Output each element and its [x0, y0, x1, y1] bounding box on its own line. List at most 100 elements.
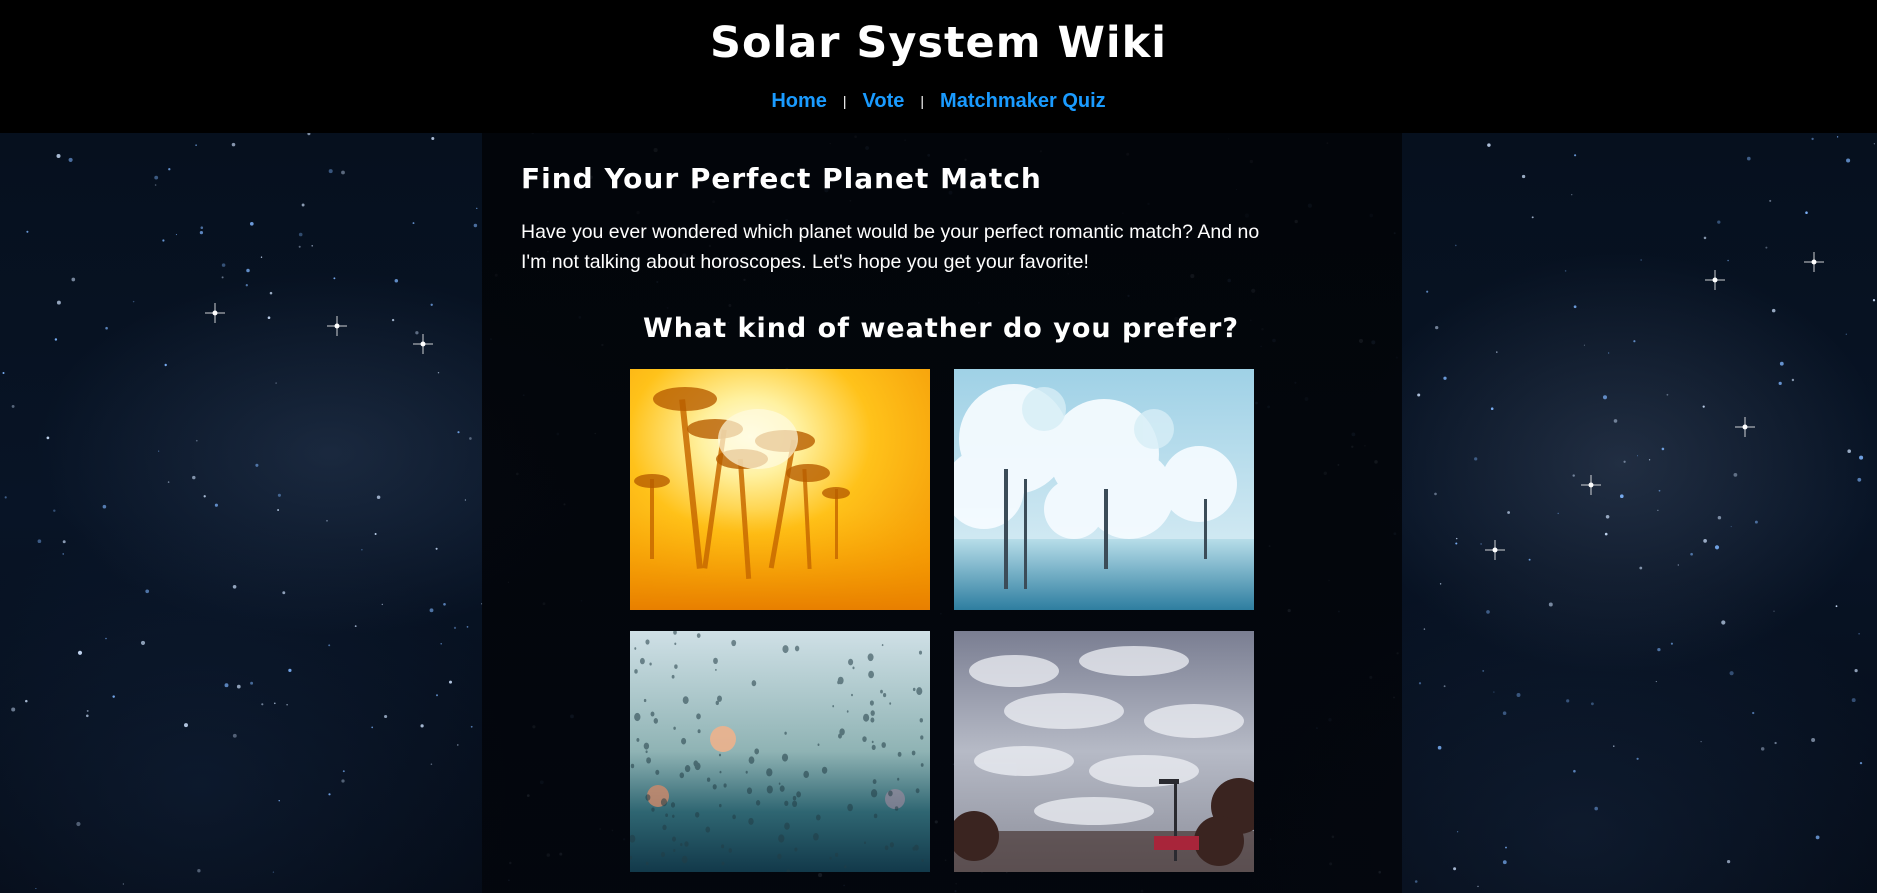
star	[245, 284, 248, 287]
star	[275, 382, 277, 384]
star	[1773, 610, 1775, 612]
star	[1733, 473, 1738, 477]
star	[1414, 880, 1418, 883]
star	[1573, 769, 1576, 773]
star	[1607, 352, 1610, 354]
star	[1666, 393, 1669, 396]
star	[376, 495, 381, 499]
star	[232, 733, 237, 738]
star	[311, 245, 313, 247]
star	[288, 668, 292, 673]
star	[1677, 564, 1679, 566]
star	[1439, 583, 1442, 585]
star	[1805, 211, 1808, 214]
star	[1648, 459, 1651, 461]
star	[1811, 738, 1816, 742]
bright-star	[1735, 417, 1755, 437]
star	[1604, 532, 1608, 536]
star	[1602, 395, 1608, 400]
star	[77, 650, 83, 655]
star	[168, 168, 171, 171]
weather-option-cloudy[interactable]	[954, 631, 1254, 872]
star	[1657, 509, 1659, 511]
star	[1657, 647, 1661, 652]
star	[391, 318, 395, 322]
star	[214, 503, 218, 507]
star	[1727, 259, 1729, 262]
star	[473, 223, 478, 228]
weather-option-rainy[interactable]	[630, 631, 930, 872]
star	[1815, 835, 1820, 840]
star	[466, 626, 469, 628]
star	[1729, 671, 1734, 676]
star	[221, 263, 226, 267]
intro-text: Have you ever wondered which planet woul…	[521, 221, 1260, 273]
weather-option-snowy[interactable]	[954, 369, 1254, 610]
star	[1455, 542, 1458, 545]
nav-link-matchmaker-quiz[interactable]: Matchmaker Quiz	[940, 90, 1106, 112]
star	[1572, 474, 1575, 477]
bright-star	[1705, 270, 1725, 290]
star	[1717, 220, 1721, 224]
star	[328, 169, 333, 174]
star	[1779, 361, 1784, 366]
star	[274, 702, 276, 705]
star	[232, 584, 237, 589]
star	[436, 694, 438, 697]
sunny-palms-image	[630, 369, 930, 610]
star	[86, 709, 89, 712]
nav-link-home[interactable]: Home	[771, 90, 827, 112]
star	[278, 800, 280, 802]
star	[164, 363, 167, 367]
star	[1477, 885, 1479, 888]
weather-options-grid	[630, 369, 1254, 873]
star	[236, 684, 241, 689]
star	[162, 239, 165, 242]
star	[4, 496, 7, 499]
star	[167, 481, 170, 483]
star	[224, 683, 229, 688]
star	[381, 603, 383, 606]
star	[1502, 860, 1507, 865]
star	[203, 495, 206, 498]
weather-option-sunny[interactable]	[630, 369, 930, 610]
star	[457, 431, 460, 434]
star	[56, 300, 61, 305]
star	[301, 203, 305, 207]
star	[1754, 520, 1758, 524]
bright-star	[1581, 475, 1601, 495]
nav-link-vote[interactable]: Vote	[863, 90, 905, 112]
star	[76, 821, 81, 827]
star	[197, 869, 201, 873]
star	[328, 644, 331, 647]
star	[1426, 290, 1429, 293]
star	[249, 221, 254, 226]
site-title: Solar System Wiki	[709, 18, 1168, 68]
star	[1859, 455, 1864, 460]
star	[440, 642, 442, 645]
star	[37, 539, 42, 544]
star	[250, 681, 254, 685]
star	[1873, 143, 1875, 145]
star	[200, 226, 204, 229]
star	[1847, 449, 1851, 453]
star	[145, 589, 150, 594]
star	[430, 303, 433, 306]
star	[374, 533, 377, 535]
star	[435, 547, 438, 550]
star	[354, 625, 357, 628]
star	[1771, 308, 1776, 313]
star	[1456, 831, 1459, 833]
star	[1690, 552, 1693, 556]
star	[429, 608, 434, 613]
bright-star	[413, 334, 433, 354]
star	[1493, 691, 1495, 693]
star	[132, 300, 135, 303]
star	[1583, 344, 1585, 346]
star	[102, 504, 107, 509]
star	[328, 793, 331, 796]
star	[420, 724, 424, 728]
star	[140, 640, 146, 645]
star	[1835, 605, 1838, 608]
bright-star	[1804, 252, 1824, 272]
